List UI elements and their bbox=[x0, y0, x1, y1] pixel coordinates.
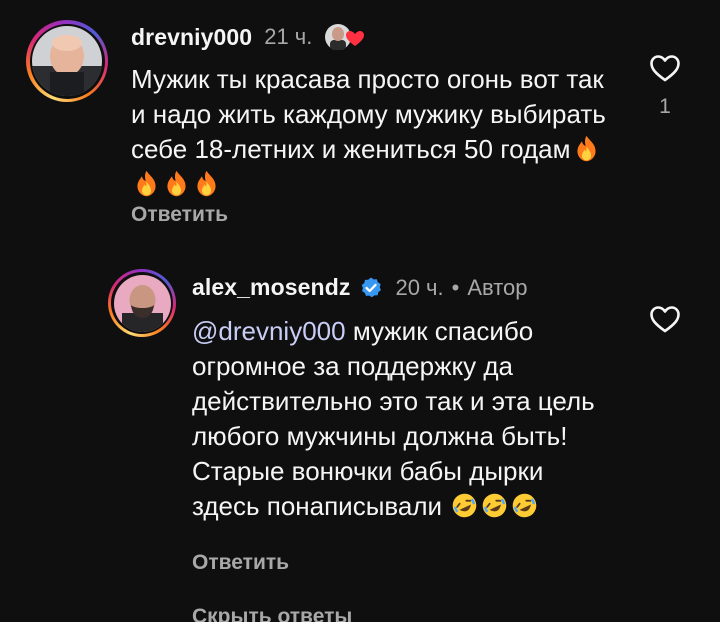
comment-1-text: Мужик ты красава просто огонь вот так и … bbox=[131, 62, 621, 202]
avatar-photo bbox=[32, 26, 102, 96]
mention-link[interactable]: @drevniy000 bbox=[192, 316, 346, 346]
avatar-drevniy000[interactable] bbox=[26, 20, 108, 102]
like-heart-icon[interactable] bbox=[649, 53, 681, 83]
reply-button[interactable]: Ответить bbox=[192, 551, 289, 575]
username[interactable]: drevniy000 bbox=[131, 24, 252, 51]
timestamp: 21 ч. bbox=[264, 24, 313, 49]
fire-icon bbox=[137, 170, 156, 197]
author-label: Автор bbox=[467, 274, 528, 300]
username[interactable]: alex_mosendz bbox=[192, 274, 350, 301]
avatar-alex-mosendz[interactable] bbox=[108, 269, 176, 337]
verified-badge-icon bbox=[362, 277, 382, 297]
comment-1-meta: drevniy000 21 ч. bbox=[131, 22, 366, 52]
separator-dot: • bbox=[451, 274, 460, 300]
timestamp: 20 ч. bbox=[395, 274, 444, 300]
heart-badge-icon bbox=[324, 22, 366, 52]
rofl-emoji-icon bbox=[483, 493, 507, 518]
comment-2-text: @drevniy000 мужик спасибо огромное за по… bbox=[192, 316, 595, 521]
rofl-emoji-icon bbox=[453, 493, 477, 518]
like-count: 1 bbox=[659, 95, 671, 118]
like-heart-icon[interactable] bbox=[649, 304, 681, 334]
laughing-emoji-group bbox=[449, 491, 539, 521]
avatar-photo bbox=[113, 274, 171, 332]
reply-button[interactable]: Ответить bbox=[131, 203, 228, 227]
fire-icon bbox=[167, 170, 186, 197]
rofl-emoji-icon bbox=[513, 493, 537, 518]
comments-screen: drevniy000 21 ч. Мужик ты красава просто… bbox=[0, 0, 720, 622]
fire-icon bbox=[197, 170, 216, 197]
fire-icon bbox=[576, 135, 596, 162]
hide-replies-button[interactable]: Скрыть ответы bbox=[192, 605, 352, 622]
comment-2-meta: alex_mosendz 20 ч. • Автор bbox=[192, 274, 528, 301]
